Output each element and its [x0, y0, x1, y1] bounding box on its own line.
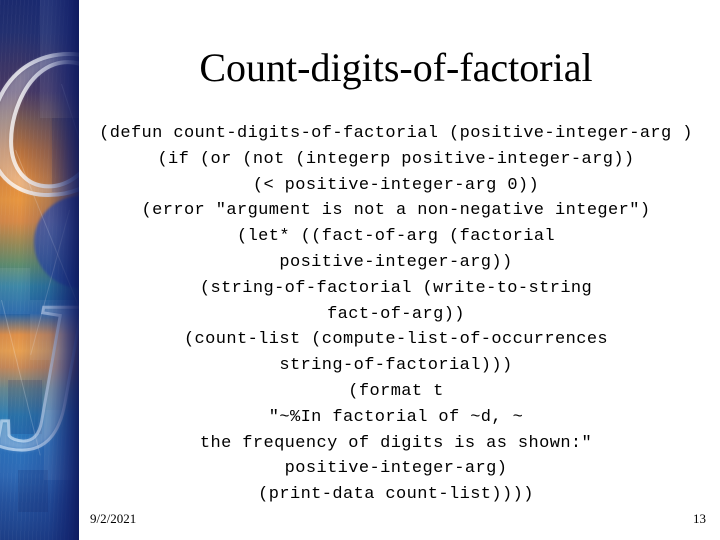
code-line: (print-data count-list)))) — [258, 485, 534, 505]
footer-page-number: 13 — [693, 511, 706, 526]
code-line: string-of-factorial))) — [279, 356, 513, 376]
code-line: the frequency of digits is as shown:" — [199, 433, 593, 453]
code-line: positive-integer-arg)) — [279, 252, 513, 272]
code-line: (defun count-digits-of-factorial (positi… — [99, 124, 693, 143]
slide-title: Count-digits-of-factorial — [199, 45, 593, 90]
decoration-edge-shading — [0, 0, 79, 540]
footer-date: 9/2/2021 — [90, 511, 137, 526]
code-line: "~%In factorial of ~d, ~ — [268, 407, 524, 427]
code-line: (count-list (compute-list-of-occurrences — [183, 330, 609, 350]
code-block: (defun count-digits-of-factorial (positi… — [88, 121, 704, 508]
code-line: fact-of-arg)) — [327, 304, 465, 324]
code-line: positive-integer-arg) — [284, 459, 508, 479]
decorative-image-strip: O J — [0, 0, 79, 540]
slide-canvas: O J Count-digits-of-factorial (defun cou… — [0, 0, 720, 540]
code-line: (if (or (not (integerp positive-integer-… — [157, 149, 635, 169]
code-line: (string-of-factorial (write-to-string — [199, 278, 593, 298]
code-line: (let* ((fact-of-arg (factorial — [236, 227, 556, 247]
code-line: (error "argument is not a non-negative i… — [141, 201, 651, 221]
code-line: (< positive-integer-arg 0)) — [252, 175, 540, 195]
code-line: (format t — [348, 381, 444, 401]
